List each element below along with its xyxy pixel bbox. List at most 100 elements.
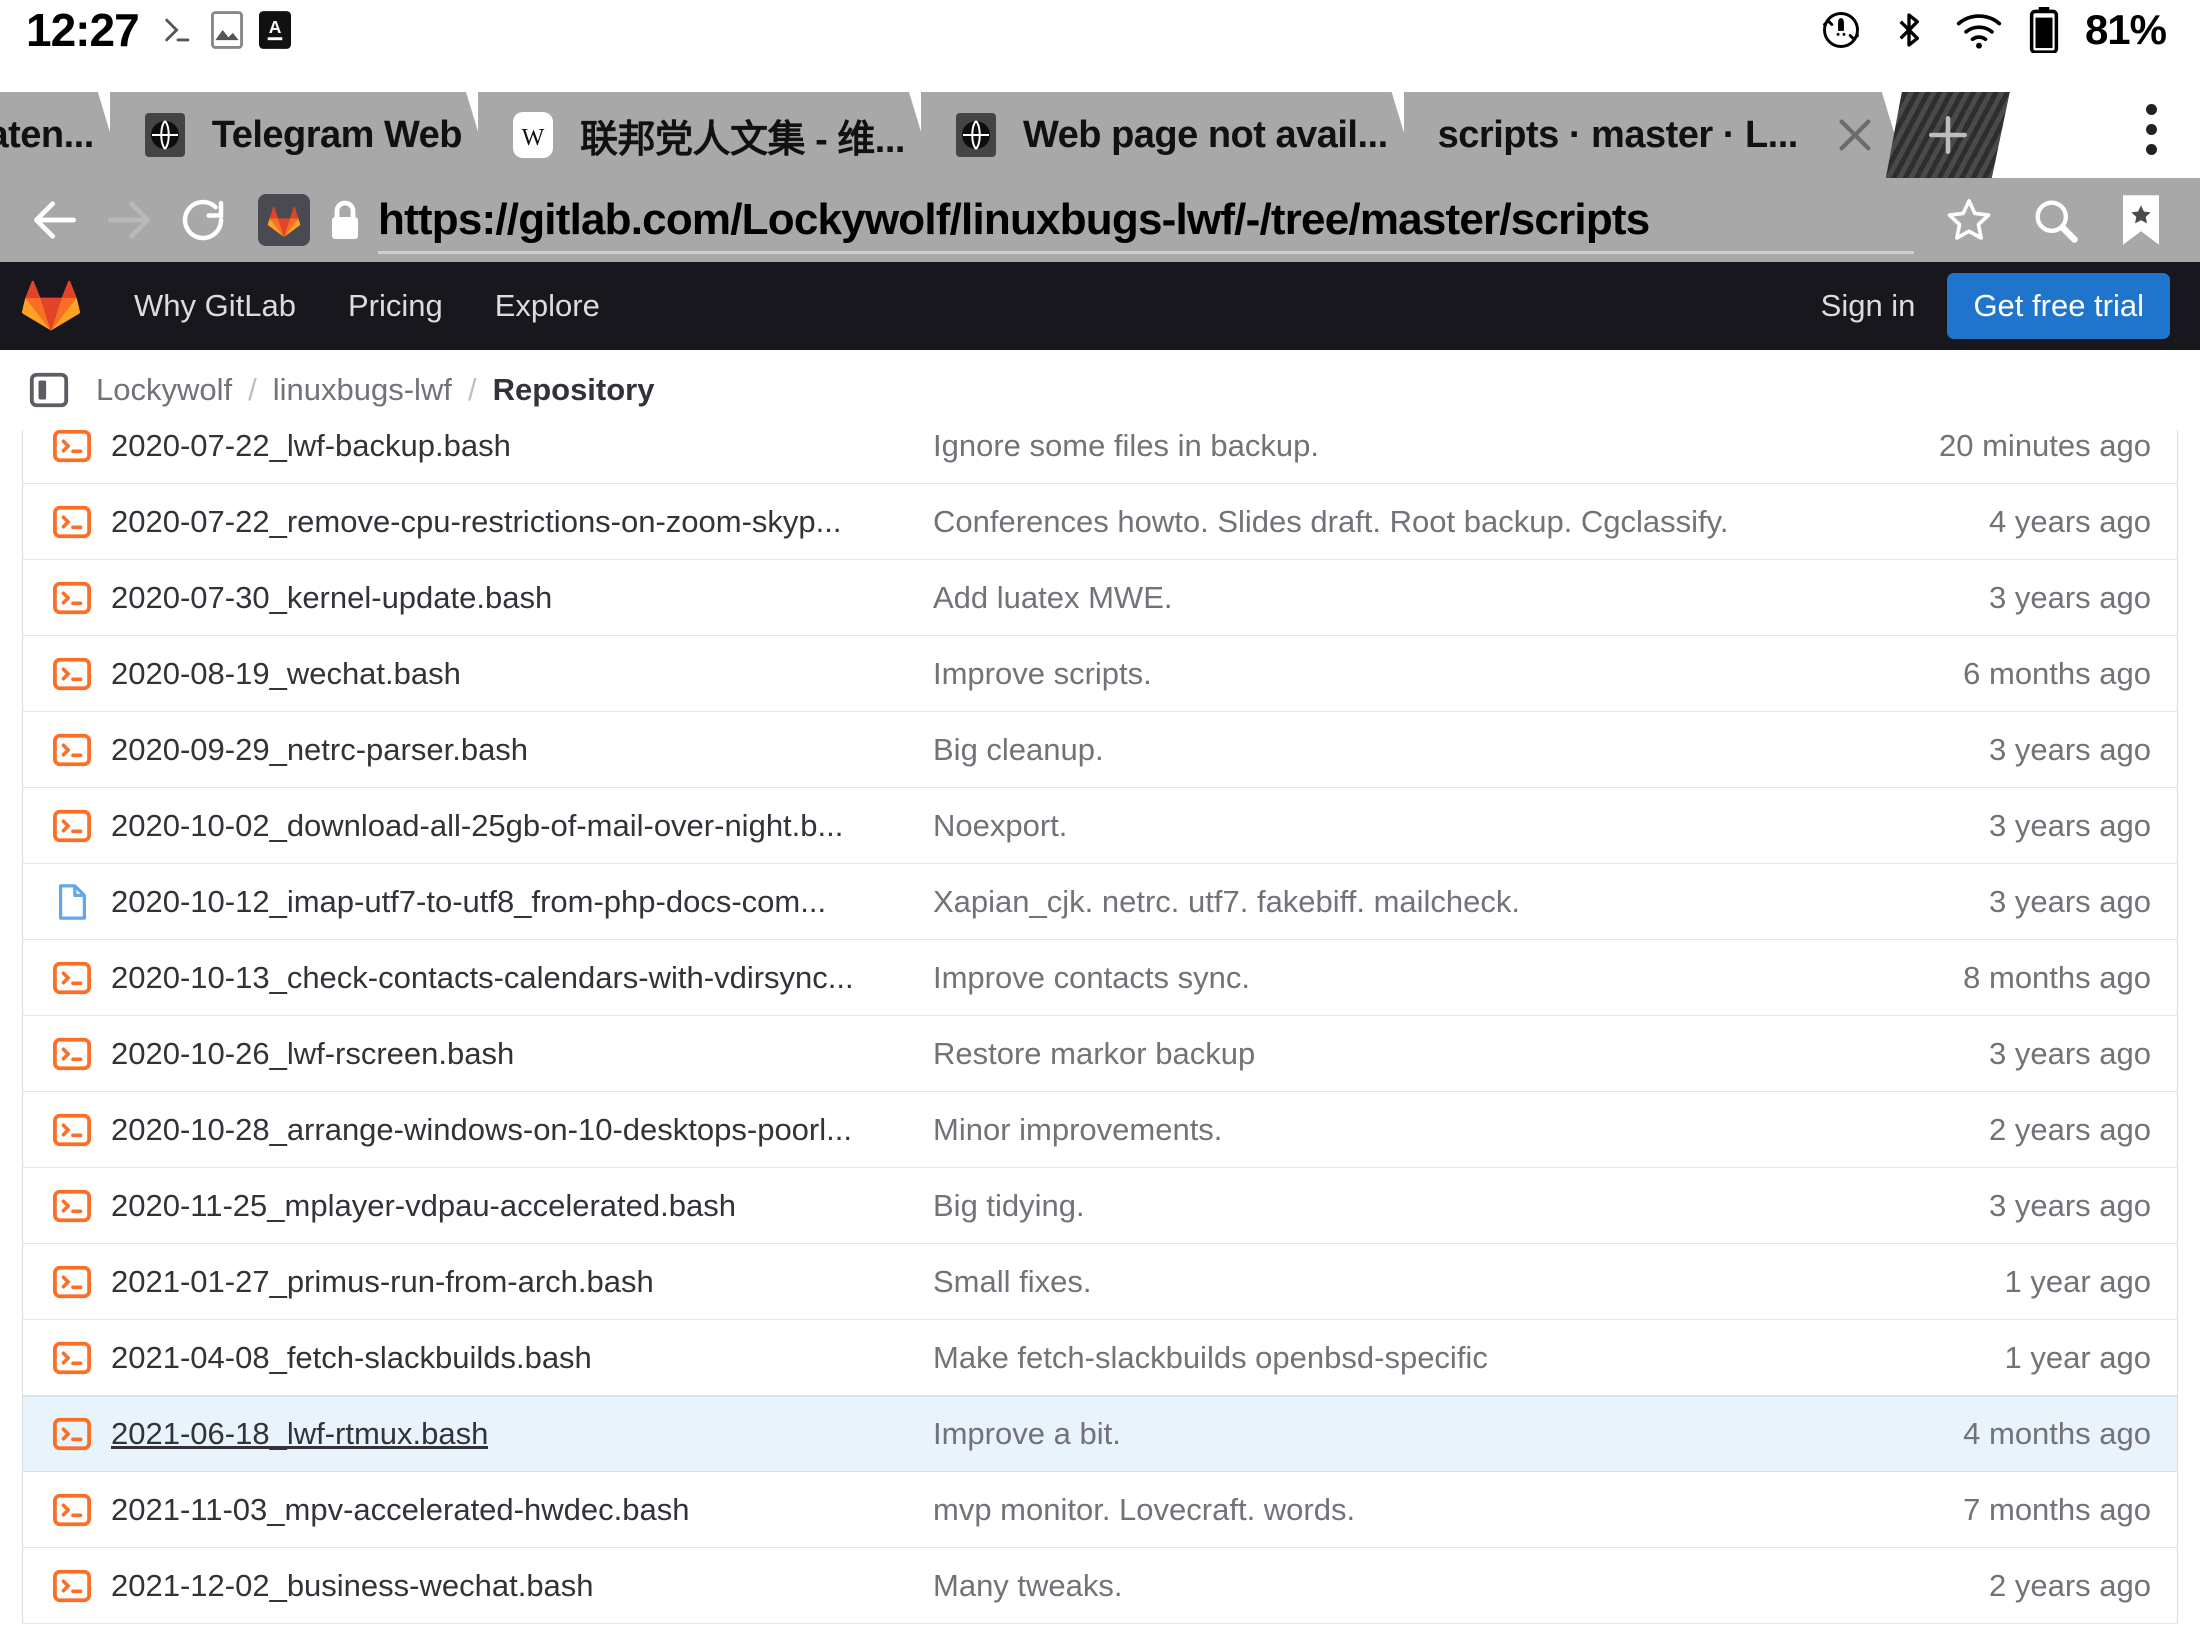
table-row[interactable]: 2020-11-25_mplayer-vdpau-accelerated.bas… bbox=[23, 1168, 2177, 1244]
file-name-cell[interactable]: 2020-10-02_download-all-25gb-of-mail-ove… bbox=[53, 807, 933, 845]
star-icon[interactable] bbox=[1932, 183, 2006, 257]
file-name-cell[interactable]: 2020-11-25_mplayer-vdpau-accelerated.bas… bbox=[53, 1187, 933, 1225]
file-name-link[interactable]: 2020-10-28_arrange-windows-on-10-desktop… bbox=[111, 1112, 852, 1148]
commit-message: Small fixes. bbox=[933, 1263, 1092, 1299]
commit-message-cell[interactable]: Improve scripts. bbox=[933, 656, 1721, 692]
file-name-cell[interactable]: 2020-09-29_netrc-parser.bash bbox=[53, 731, 933, 769]
bookmark-ribbon-icon[interactable] bbox=[2104, 183, 2178, 257]
commit-message-cell[interactable]: Restore markor backup bbox=[933, 1036, 1721, 1072]
table-row[interactable]: 2020-08-19_wechat.bash Improve scripts. 6 … bbox=[23, 636, 2177, 712]
commit-message-cell[interactable]: Xapian_cjk. netrc. utf7. fakebiff. mailc… bbox=[933, 884, 1721, 920]
terminal-file-icon bbox=[53, 807, 91, 845]
sign-in-link[interactable]: Sign in bbox=[1797, 288, 1940, 324]
repository-file-list[interactable]: 2020-07-22_lwf-backup.bash Ignore some fi… bbox=[0, 430, 2200, 1650]
file-name-link[interactable]: 2021-12-02_business-wechat.bash bbox=[111, 1568, 594, 1604]
nav-item-why-gitlab[interactable]: Why GitLab bbox=[108, 288, 322, 324]
file-name-link[interactable]: 2020-07-22_remove-cpu-restrictions-on-zo… bbox=[111, 504, 842, 540]
file-name-link[interactable]: 2020-09-29_netrc-parser.bash bbox=[111, 732, 528, 768]
close-icon[interactable] bbox=[1832, 112, 1878, 158]
nav-item-pricing[interactable]: Pricing bbox=[322, 288, 469, 324]
table-row[interactable]: 2020-10-26_lwf-rscreen.bash Restore marko… bbox=[23, 1016, 2177, 1092]
file-name-link[interactable]: 2020-10-02_download-all-25gb-of-mail-ove… bbox=[111, 808, 843, 844]
commit-message-cell[interactable]: Noexport. bbox=[933, 808, 1721, 844]
file-name-cell[interactable]: 2020-07-30_kernel-update.bash bbox=[53, 579, 933, 617]
file-name-cell[interactable]: 2021-11-03_mpv-accelerated-hwdec.bash bbox=[53, 1491, 933, 1529]
app-badge-icon: A bbox=[258, 11, 291, 49]
table-row[interactable]: 2020-07-22_remove-cpu-restrictions-on-zo… bbox=[23, 484, 2177, 560]
back-arrow-icon[interactable] bbox=[18, 183, 92, 257]
file-name-cell[interactable]: 2020-10-13_check-contacts-calendars-with… bbox=[53, 959, 933, 997]
file-name-link[interactable]: 2020-10-13_check-contacts-calendars-with… bbox=[111, 960, 854, 996]
table-row[interactable]: 2021-12-02_business-wechat.bash Many twea… bbox=[23, 1548, 2177, 1624]
table-row[interactable]: 2020-09-29_netrc-parser.bash Big cleanup.… bbox=[23, 712, 2177, 788]
new-tab-button[interactable] bbox=[1886, 92, 2010, 178]
file-name-link[interactable]: 2020-08-19_wechat.bash bbox=[111, 656, 461, 692]
file-name-link[interactable]: 2021-11-03_mpv-accelerated-hwdec.bash bbox=[111, 1492, 689, 1528]
url-bar[interactable]: https://gitlab.com/Lockywolf/linuxbugs-l… bbox=[378, 178, 1914, 262]
commit-message-cell[interactable]: Conferences howto. Slides draft. Root ba… bbox=[933, 504, 1728, 540]
commit-message-cell[interactable]: Minor improvements. bbox=[933, 1112, 1721, 1148]
table-row[interactable]: 2020-07-30_kernel-update.bash Add luatex … bbox=[23, 560, 2177, 636]
file-name-cell[interactable]: 2021-01-27_primus-run-from-arch.bash bbox=[53, 1263, 933, 1301]
breadcrumb-item-repository[interactable]: Repository bbox=[493, 372, 655, 408]
breadcrumb-item-user[interactable]: Lockywolf bbox=[96, 372, 232, 408]
get-free-trial-button[interactable]: Get free trial bbox=[1947, 273, 2170, 339]
commit-message-cell[interactable]: Ignore some files in backup. bbox=[933, 430, 1721, 464]
lock-icon[interactable] bbox=[320, 194, 370, 246]
browser-tab-4[interactable]: Web page not avail... bbox=[921, 92, 1418, 178]
file-name-link[interactable]: 2020-07-30_kernel-update.bash bbox=[111, 580, 552, 616]
table-row[interactable]: 2020-10-02_download-all-25gb-of-mail-ove… bbox=[23, 788, 2177, 864]
commit-message-cell[interactable]: Make fetch-slackbuilds openbsd-specific bbox=[933, 1340, 1721, 1376]
last-update-cell: 3 years ago bbox=[1721, 1188, 2151, 1224]
file-name-cell[interactable]: 2021-06-18_lwf-rtmux.bash bbox=[53, 1415, 933, 1453]
file-name-cell[interactable]: 2021-04-08_fetch-slackbuilds.bash bbox=[53, 1339, 933, 1377]
commit-message-cell[interactable]: Improve a bit. bbox=[933, 1416, 1721, 1452]
table-row[interactable]: 2021-04-08_fetch-slackbuilds.bash Make fe… bbox=[23, 1320, 2177, 1396]
gitlab-favicon bbox=[258, 194, 310, 246]
file-name-link[interactable]: 2021-04-08_fetch-slackbuilds.bash bbox=[111, 1340, 592, 1376]
last-update-time: 2 years ago bbox=[1989, 1567, 2151, 1603]
browser-menu-button[interactable] bbox=[2146, 104, 2158, 164]
last-update-cell: 7 months ago bbox=[1721, 1492, 2151, 1528]
file-name-cell[interactable]: 2021-12-02_business-wechat.bash bbox=[53, 1567, 933, 1605]
commit-message-cell[interactable]: Big tidying. bbox=[933, 1188, 1721, 1224]
commit-message-cell[interactable]: Small fixes. bbox=[933, 1264, 1721, 1300]
commit-message-cell[interactable]: Big cleanup. bbox=[933, 732, 1721, 768]
file-name-cell[interactable]: 2020-07-22_lwf-backup.bash bbox=[53, 430, 933, 465]
file-name-link[interactable]: 2020-10-12_imap-utf7-to-utf8_from-php-do… bbox=[111, 884, 826, 920]
last-update-time: 3 years ago bbox=[1989, 807, 2151, 843]
table-row[interactable]: 2021-06-18_lwf-rtmux.bash Improve a bit. 4… bbox=[23, 1396, 2177, 1472]
browser-tab-3[interactable]: W 联邦党人文集 - 维... bbox=[478, 92, 935, 178]
browser-tab-2[interactable]: Telegram Web bbox=[110, 92, 492, 178]
browser-tab-5-active[interactable]: scripts · master · L... bbox=[1404, 92, 1908, 178]
file-name-cell[interactable]: 2020-10-12_imap-utf7-to-utf8_from-php-do… bbox=[53, 883, 933, 921]
file-name-link[interactable]: 2020-07-22_lwf-backup.bash bbox=[111, 430, 511, 464]
file-name-link[interactable]: 2021-01-27_primus-run-from-arch.bash bbox=[111, 1264, 654, 1300]
file-name-cell[interactable]: 2020-10-28_arrange-windows-on-10-desktop… bbox=[53, 1111, 933, 1149]
table-row[interactable]: 2020-10-28_arrange-windows-on-10-desktop… bbox=[23, 1092, 2177, 1168]
commit-message-cell[interactable]: Add luatex MWE. bbox=[933, 580, 1721, 616]
gitlab-tanuki-icon[interactable] bbox=[22, 277, 80, 335]
file-name-cell[interactable]: 2020-08-19_wechat.bash bbox=[53, 655, 933, 693]
file-name-link[interactable]: 2021-06-18_lwf-rtmux.bash bbox=[111, 1416, 488, 1452]
last-update-cell: 1 year ago bbox=[1721, 1340, 2152, 1376]
breadcrumb-item-project[interactable]: linuxbugs-lwf bbox=[273, 372, 452, 408]
table-row[interactable]: 2021-11-03_mpv-accelerated-hwdec.bash mvp… bbox=[23, 1472, 2177, 1548]
search-icon[interactable] bbox=[2018, 183, 2092, 257]
commit-message-cell[interactable]: mvp monitor. Lovecraft. words. bbox=[933, 1492, 1721, 1528]
reload-icon[interactable] bbox=[166, 183, 240, 257]
table-row[interactable]: 2020-10-12_imap-utf7-to-utf8_from-php-do… bbox=[23, 864, 2177, 940]
table-row[interactable]: 2020-07-22_lwf-backup.bash Ignore some fi… bbox=[23, 430, 2177, 484]
file-name-link[interactable]: 2020-10-26_lwf-rscreen.bash bbox=[111, 1036, 514, 1072]
commit-message-cell[interactable]: Improve contacts sync. bbox=[933, 960, 1721, 996]
commit-message-cell[interactable]: Many tweaks. bbox=[933, 1568, 1721, 1604]
file-name-cell[interactable]: 2020-07-22_remove-cpu-restrictions-on-zo… bbox=[53, 503, 933, 541]
table-row[interactable]: 2021-01-27_primus-run-from-arch.bash Smal… bbox=[23, 1244, 2177, 1320]
file-name-link[interactable]: 2020-11-25_mplayer-vdpau-accelerated.bas… bbox=[111, 1188, 736, 1224]
browser-tab-1[interactable]: g Laten... bbox=[0, 92, 124, 178]
file-name-cell[interactable]: 2020-10-26_lwf-rscreen.bash bbox=[53, 1035, 933, 1073]
nav-item-explore[interactable]: Explore bbox=[469, 288, 626, 324]
table-row[interactable]: 2020-10-13_check-contacts-calendars-with… bbox=[23, 940, 2177, 1016]
sidebar-toggle-icon[interactable] bbox=[28, 369, 70, 411]
menu-dot bbox=[2146, 124, 2157, 135]
